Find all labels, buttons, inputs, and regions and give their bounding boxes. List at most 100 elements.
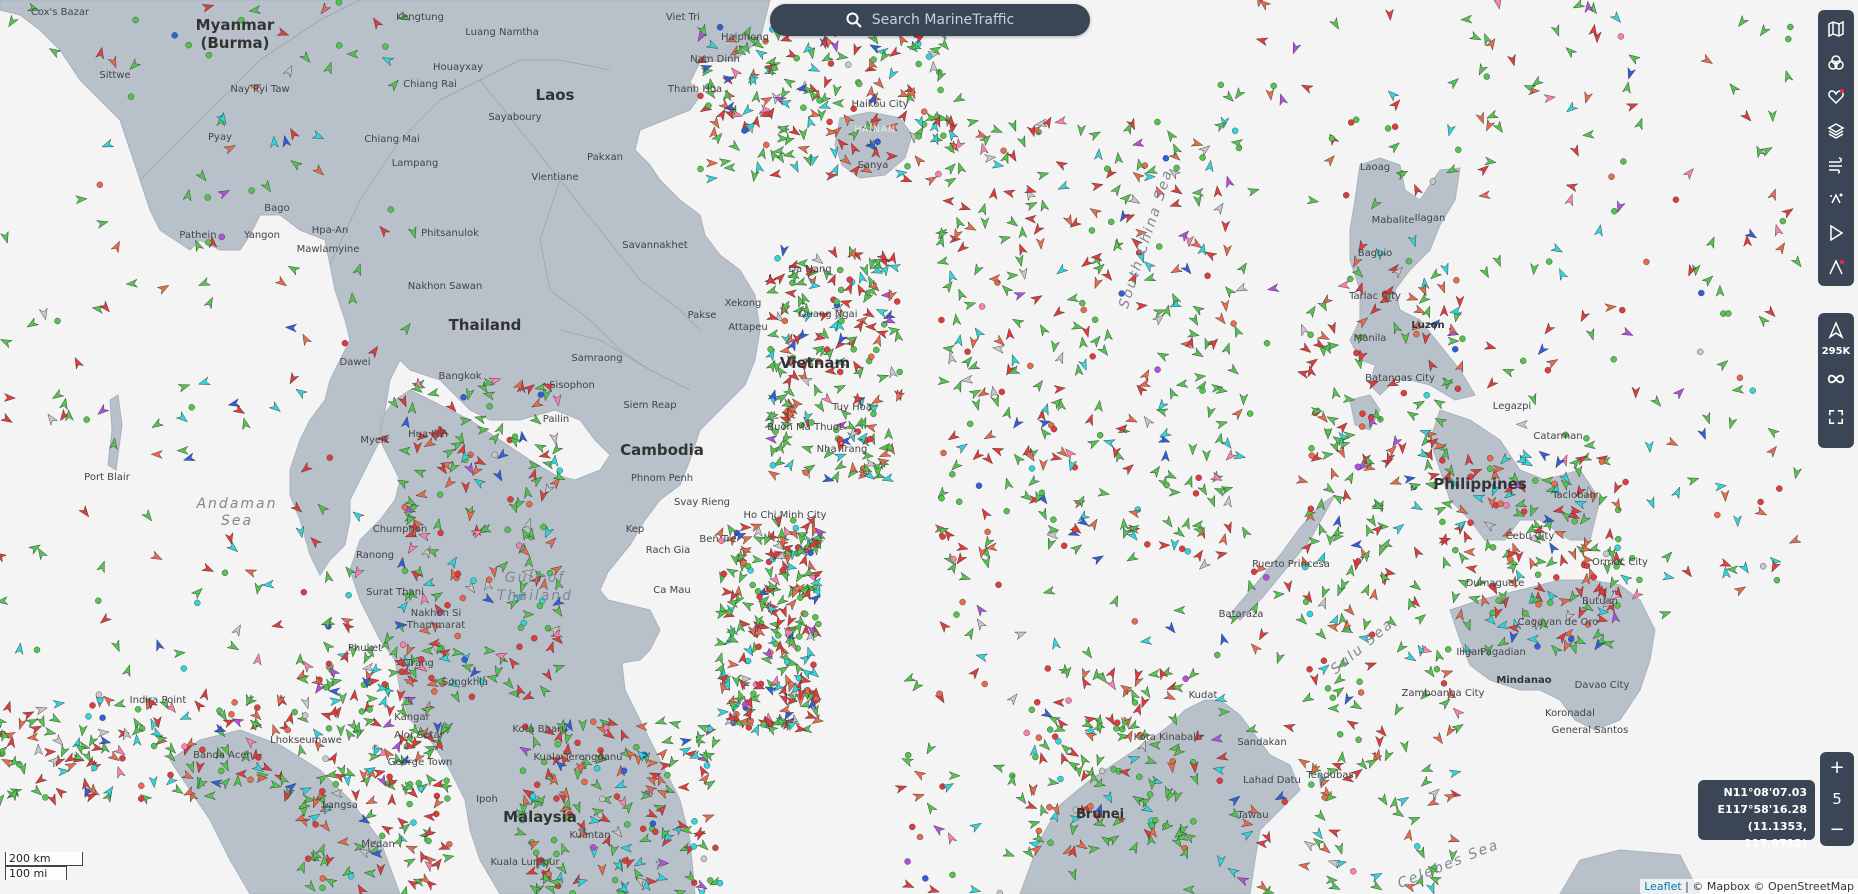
vessel-anchored[interactable] xyxy=(519,767,527,774)
vessel-anchored[interactable] xyxy=(379,832,386,840)
vessel-anchored[interactable] xyxy=(507,496,514,503)
vessel-anchored[interactable] xyxy=(1263,340,1271,347)
vessel-anchored[interactable] xyxy=(1467,519,1474,526)
vessel-anchored[interactable] xyxy=(1091,316,1099,323)
infinity-button[interactable] xyxy=(1818,359,1854,399)
vessel-anchored[interactable] xyxy=(1384,125,1392,132)
vessel-anchored[interactable] xyxy=(1071,526,1079,533)
vessel-anchored[interactable] xyxy=(1217,81,1225,89)
vessel-anchored[interactable] xyxy=(937,86,944,94)
vessel-anchored[interactable] xyxy=(1391,123,1399,130)
vessel-anchored[interactable] xyxy=(1154,118,1161,126)
vessel-anchored[interactable] xyxy=(534,781,541,788)
vessel-anchored[interactable] xyxy=(485,576,493,583)
vessel-anchored[interactable] xyxy=(981,680,988,688)
vessel-anchored[interactable] xyxy=(1413,330,1420,338)
vessel-anchored[interactable] xyxy=(137,795,145,802)
vessel-anchored[interactable] xyxy=(1757,498,1764,506)
vessel-anchored[interactable] xyxy=(760,721,767,728)
zoom-in-button[interactable]: + xyxy=(1820,752,1854,783)
vessel-anchored[interactable] xyxy=(904,163,911,170)
vessel-anchored[interactable] xyxy=(1519,357,1527,365)
vessel-anchored[interactable] xyxy=(873,346,880,354)
vessel-anchored[interactable] xyxy=(1065,697,1072,704)
vessel-anchored[interactable] xyxy=(795,675,802,682)
vessel-anchored[interactable] xyxy=(1357,689,1365,696)
vessel-anchored[interactable] xyxy=(85,713,92,720)
vessel-anchored[interactable] xyxy=(1779,217,1787,225)
vessel-anchored[interactable] xyxy=(1643,258,1650,266)
vessel-anchored[interactable] xyxy=(1178,545,1186,552)
vessel-anchored[interactable] xyxy=(996,889,1004,894)
vessel-anchored[interactable] xyxy=(611,876,619,884)
vessel-anchored[interactable] xyxy=(633,744,640,751)
vessel-anchored[interactable] xyxy=(1672,196,1680,203)
vessel-anchored[interactable] xyxy=(526,501,533,508)
vessel-anchored[interactable] xyxy=(42,794,49,801)
vessel-anchored[interactable] xyxy=(1230,320,1237,327)
vessel-anchored[interactable] xyxy=(964,348,971,355)
vessel-anchored[interactable] xyxy=(1429,178,1437,185)
vessel-anchored[interactable] xyxy=(1353,349,1360,357)
vessel-anchored[interactable] xyxy=(590,718,597,725)
vessel-anchored[interactable] xyxy=(1507,556,1514,563)
vessel-anchored[interactable] xyxy=(894,298,901,305)
vessel-anchored[interactable] xyxy=(1567,636,1575,643)
vessel-anchored[interactable] xyxy=(319,884,326,892)
vessel-anchored[interactable] xyxy=(1608,173,1615,180)
vessel-anchored[interactable] xyxy=(417,785,425,792)
vessel-anchored[interactable] xyxy=(1433,666,1441,673)
vessel-anchored[interactable] xyxy=(827,60,835,67)
vessel-anchored[interactable] xyxy=(754,588,762,595)
vessel-anchored[interactable] xyxy=(1359,410,1366,417)
density-button[interactable] xyxy=(1818,182,1854,216)
vessel-anchored[interactable] xyxy=(1000,147,1007,154)
vessel-anchored[interactable] xyxy=(837,266,844,274)
vessel-anchored[interactable] xyxy=(1440,680,1448,687)
vessel-anchored[interactable] xyxy=(793,55,800,62)
vessel-anchored[interactable] xyxy=(868,353,875,360)
vessel-anchored[interactable] xyxy=(802,610,809,618)
vessel-anchored[interactable] xyxy=(1216,777,1224,784)
vessel-anchored[interactable] xyxy=(664,771,671,779)
vessel-anchored[interactable] xyxy=(332,780,339,788)
vessel-anchored[interactable] xyxy=(1114,719,1121,726)
vessel-anchored[interactable] xyxy=(1545,258,1553,265)
vessel-anchored[interactable] xyxy=(217,767,225,775)
vessel-anchored[interactable] xyxy=(581,778,588,786)
vessel-anchored[interactable] xyxy=(83,416,90,423)
vessel-anchored[interactable] xyxy=(89,702,96,709)
vessel-anchored[interactable] xyxy=(181,743,188,750)
vessel-anchored[interactable] xyxy=(406,800,413,808)
vessel-anchored[interactable] xyxy=(1003,507,1010,515)
vessel-anchored[interactable] xyxy=(1324,685,1332,692)
vessel-anchored[interactable] xyxy=(1035,734,1043,741)
vessel-anchored[interactable] xyxy=(1192,490,1200,497)
vessel-anchored[interactable] xyxy=(1622,478,1629,486)
vessel-anchored[interactable] xyxy=(504,526,511,533)
vessel-anchored[interactable] xyxy=(54,317,61,325)
vessel-anchored[interactable] xyxy=(949,871,956,879)
vessel-anchored[interactable] xyxy=(909,823,916,831)
vessel-anchored[interactable] xyxy=(935,170,942,178)
vessel-anchored[interactable] xyxy=(437,529,444,537)
vessel-anchored[interactable] xyxy=(915,60,922,68)
vessel-anchored[interactable] xyxy=(1773,577,1781,584)
vessel-anchored[interactable] xyxy=(1028,465,1036,472)
vessel-anchored[interactable] xyxy=(387,206,394,213)
vessel-anchored[interactable] xyxy=(870,56,877,63)
vessel-anchored[interactable] xyxy=(1615,535,1622,543)
vessel-anchored[interactable] xyxy=(1520,508,1528,515)
vessel-anchored[interactable] xyxy=(1195,474,1202,481)
vessel-anchored[interactable] xyxy=(1452,546,1459,554)
vessel-anchored[interactable] xyxy=(537,391,544,398)
vessel-anchored[interactable] xyxy=(1590,574,1597,581)
vessel-anchored[interactable] xyxy=(1423,392,1430,399)
vessel-anchored[interactable] xyxy=(949,471,956,478)
vessel-anchored[interactable] xyxy=(716,879,724,887)
vessel-anchored[interactable] xyxy=(690,843,698,850)
search-bar[interactable]: Search MarineTraffic xyxy=(770,4,1090,36)
vessel-anchored[interactable] xyxy=(180,665,188,672)
vessel-anchored[interactable] xyxy=(826,118,833,126)
vessel-anchored[interactable] xyxy=(540,523,547,531)
